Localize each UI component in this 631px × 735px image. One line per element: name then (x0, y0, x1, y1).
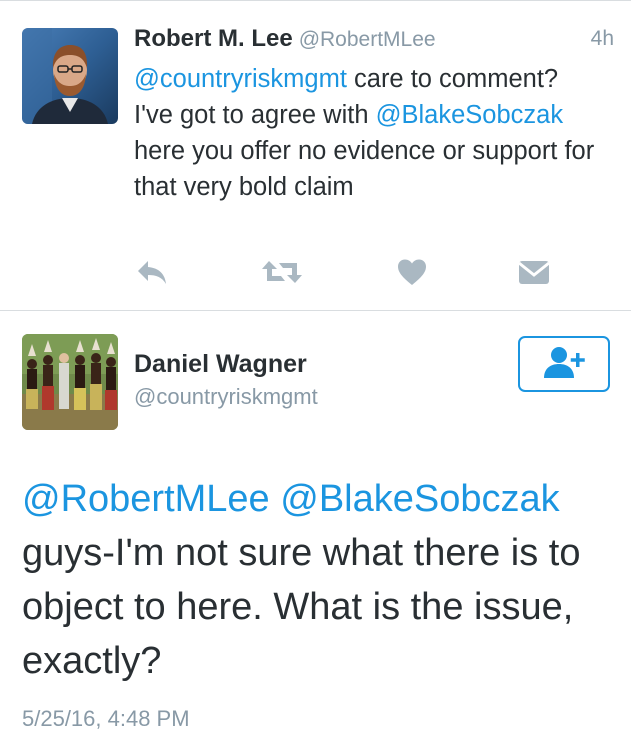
mention-link[interactable]: @BlakeSobczak (280, 478, 559, 520)
retweet-icon[interactable] (260, 254, 304, 290)
tweet-time: 4h (590, 27, 614, 50)
tweet-text-segment: here you offer no evidence or support fo… (134, 137, 595, 201)
mention-link[interactable]: @RobertMLee (22, 478, 270, 520)
avatar[interactable] (22, 28, 118, 124)
tweet-header: Robert M. Lee @RobertMLee 4h (134, 25, 614, 59)
author-name[interactable]: Robert M. Lee (134, 25, 293, 52)
tweet-actions (134, 254, 554, 294)
author-handle[interactable]: @countryriskmgmt (134, 384, 318, 410)
tweet-text: @countryriskmgmt care to comment? I've g… (134, 61, 604, 205)
direct-message-icon[interactable] (516, 254, 552, 290)
follow-user-icon (540, 345, 588, 384)
avatar[interactable] (22, 334, 118, 430)
tweet-divider (0, 310, 631, 311)
mention-link[interactable]: @countryriskmgmt (134, 65, 347, 93)
follow-button[interactable] (518, 336, 610, 392)
tweet-text-segment: guys-I'm not sure what there is to objec… (22, 532, 581, 682)
reply-tweet[interactable]: Robert M. Lee @RobertMLee 4h @countryrisk… (0, 1, 631, 311)
like-icon[interactable] (394, 254, 430, 290)
author-handle[interactable]: @RobertMLee (299, 28, 436, 51)
mention-link[interactable]: @BlakeSobczak (376, 101, 563, 129)
author-name[interactable]: Daniel Wagner (134, 350, 307, 379)
tweet-text: @RobertMLee @BlakeSobczak guys-I'm not s… (22, 472, 622, 688)
tweet-timestamp[interactable]: 5/25/16, 4:48 PM (22, 706, 190, 732)
reply-icon[interactable] (134, 254, 170, 290)
